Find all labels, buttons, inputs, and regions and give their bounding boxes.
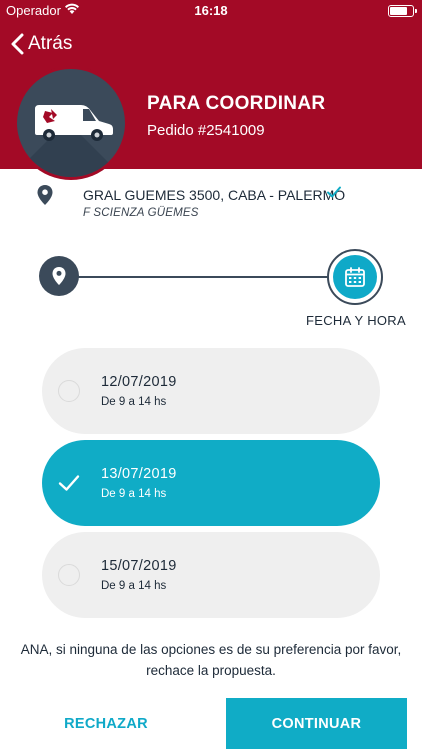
option-time: De 9 a 14 hs — [101, 396, 167, 408]
reject-button[interactable]: RECHAZAR — [46, 704, 166, 744]
delivery-address: GRAL GUEMES 3500, CABA - PALERMO F SCIEN… — [36, 184, 416, 224]
date-option[interactable]: 12/07/2019 De 9 a 14 hs — [42, 348, 380, 434]
avatar — [14, 66, 128, 180]
progress-line — [70, 276, 332, 278]
address-subtitle: F SCIENZA GÜEMES — [83, 207, 199, 219]
back-label: Atrás — [28, 33, 73, 54]
radio-button[interactable] — [58, 380, 80, 402]
van-icon — [35, 105, 113, 141]
option-date: 15/07/2019 — [101, 558, 177, 574]
date-option[interactable]: 15/07/2019 De 9 a 14 hs — [42, 532, 380, 618]
back-button[interactable]: Atrás — [10, 30, 72, 58]
location-pin-icon — [52, 267, 66, 285]
radio-button[interactable] — [58, 564, 80, 586]
step-location — [39, 256, 79, 296]
notice-text: ANA, si ninguna de las opciones es de su… — [20, 642, 402, 678]
option-time: De 9 a 14 hs — [101, 488, 167, 500]
option-time: De 9 a 14 hs — [101, 580, 167, 592]
check-icon — [327, 186, 341, 198]
clock: 16:18 — [194, 3, 228, 18]
step-label: FECHA Y HORA — [306, 313, 406, 328]
step-date-time — [327, 249, 383, 305]
continue-button[interactable]: CONTINUAR — [226, 698, 407, 749]
battery-icon — [388, 5, 417, 17]
option-date: 13/07/2019 — [101, 466, 177, 482]
date-option[interactable]: 13/07/2019 De 9 a 14 hs — [42, 440, 380, 526]
order-number: Pedido #2541009 — [147, 122, 265, 139]
calendar-icon — [345, 267, 365, 287]
status-bar: Operador 16:18 — [0, 0, 422, 22]
option-date: 12/07/2019 — [101, 374, 177, 390]
address-line: GRAL GUEMES 3500, CABA - PALERMO — [83, 187, 346, 203]
check-icon — [58, 475, 80, 491]
back-chevron-icon — [11, 33, 24, 55]
location-pin-icon — [37, 185, 53, 205]
page-title: PARA COORDINAR — [147, 93, 326, 114]
